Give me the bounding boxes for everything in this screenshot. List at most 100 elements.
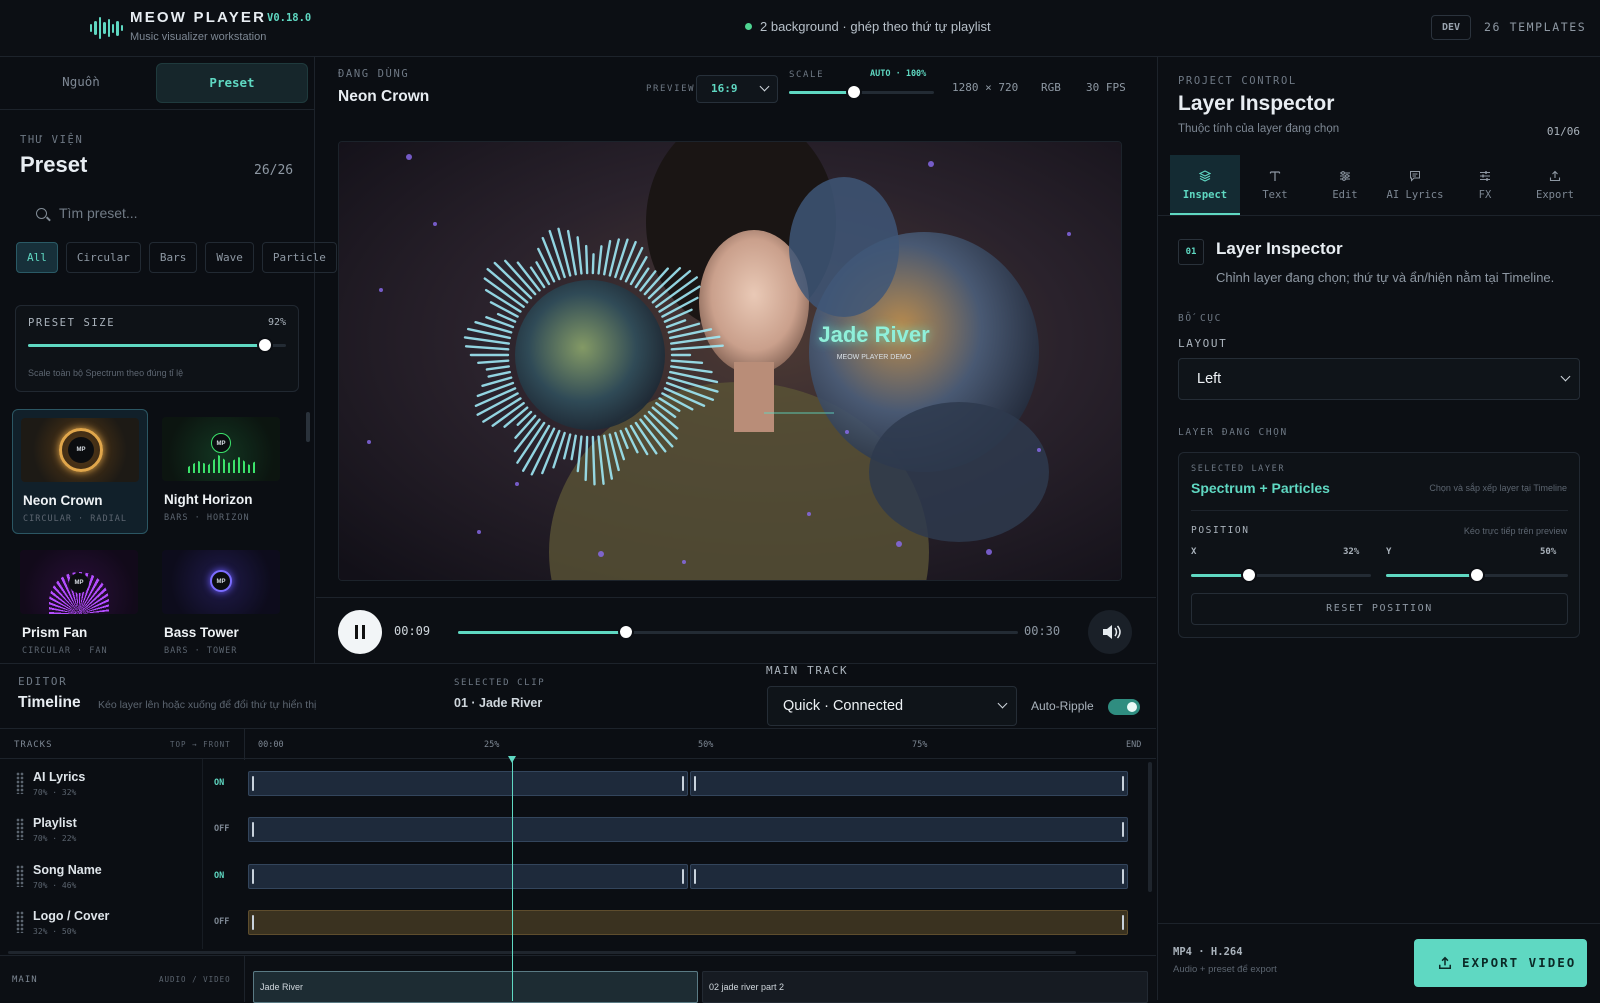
preset-thumbnail: MP <box>162 417 280 481</box>
now-preset-title: Neon Crown <box>338 88 430 105</box>
preset-size-slider[interactable] <box>28 339 286 351</box>
selected-layer-name[interactable]: Spectrum + Particles <box>1191 480 1330 496</box>
particle-dot <box>598 551 604 557</box>
track-row-playlist[interactable]: Playlist 70% · 22% OFF <box>0 808 1150 854</box>
tab-label: Edit <box>1332 189 1358 201</box>
export-video-button[interactable]: EXPORT VIDEO <box>1414 939 1587 987</box>
tab-text[interactable]: Text <box>1240 155 1310 215</box>
seek-bar[interactable] <box>458 626 1018 638</box>
drag-handle-icon[interactable] <box>16 911 24 933</box>
seek-fill <box>458 631 626 634</box>
particle-dot <box>367 440 371 444</box>
color-mode: RGB <box>1041 81 1061 94</box>
overlay-song-title[interactable]: Jade River <box>779 322 969 348</box>
aspect-select[interactable]: 16:9 <box>696 75 778 103</box>
layout-value: Left <box>1197 371 1222 387</box>
upload-icon <box>1549 170 1561 182</box>
export-format: MP4 · H.264 <box>1173 946 1243 958</box>
x-slider[interactable] <box>1191 569 1371 581</box>
app-title: MEOW PLAYER <box>130 9 267 26</box>
pause-button[interactable] <box>338 610 382 654</box>
preset-name: Night Horizon <box>164 492 253 507</box>
seek-handle[interactable] <box>620 626 632 638</box>
app-subtitle: Music visualizer workstation <box>130 31 267 43</box>
y-slider[interactable] <box>1386 569 1568 581</box>
timeline-clip[interactable] <box>248 771 688 796</box>
slider-handle[interactable] <box>259 339 272 351</box>
playhead[interactable] <box>508 756 516 1001</box>
scale-slider[interactable] <box>789 86 934 98</box>
drag-handle-icon[interactable] <box>16 865 24 887</box>
particle-dot <box>845 430 849 434</box>
track-row-song-name[interactable]: Song Name 70% · 46% ON <box>0 855 1150 901</box>
timeline-hint: Kéo layer lên hoặc xuống để đổi thứ tự h… <box>98 699 317 711</box>
preview-canvas[interactable]: Jade River MEOW PLAYER DEMO <box>338 141 1122 581</box>
main-clip[interactable]: 02 jade river part 2 <box>702 971 1148 1003</box>
scrollbar-thumb[interactable] <box>306 412 310 442</box>
preset-search-input[interactable]: Tìm preset... <box>20 197 298 229</box>
track-visibility-toggle[interactable]: ON <box>214 871 224 881</box>
timeline-clip[interactable] <box>248 910 1128 935</box>
filter-wave[interactable]: Wave <box>205 242 254 273</box>
logo-waveform-icon <box>90 16 124 40</box>
tab-inspect[interactable]: Inspect <box>1170 155 1240 215</box>
timeline-clip[interactable] <box>690 771 1128 796</box>
track-row-ai-lyrics[interactable]: AI Lyrics 70% · 32% ON <box>0 762 1150 808</box>
tab-fx[interactable]: FX <box>1450 155 1520 215</box>
scrollbar-thumb[interactable] <box>1148 762 1152 892</box>
divider <box>1191 510 1568 511</box>
env-badge[interactable]: DEV <box>1431 15 1471 40</box>
tab-ai-lyrics[interactable]: AI Lyrics <box>1380 155 1450 215</box>
divider <box>1158 215 1600 216</box>
track-row-logo-cover[interactable]: Logo / Cover 32% · 50% OFF <box>0 901 1150 947</box>
mp-badge: MP <box>210 570 232 592</box>
ruler-25: 25% <box>484 740 500 750</box>
tab-preset[interactable]: Preset <box>156 63 308 103</box>
drag-handle-icon[interactable] <box>16 772 24 794</box>
drag-handle-icon[interactable] <box>16 818 24 840</box>
preset-card-bass-tower[interactable]: MP Bass Tower BARS · TOWER <box>154 542 290 667</box>
horizontal-scrollbar[interactable] <box>8 951 1076 954</box>
timeline-clip[interactable] <box>690 864 1128 889</box>
track-visibility-toggle[interactable]: OFF <box>214 917 229 927</box>
ruler-start: 00:00 <box>258 740 284 750</box>
preset-card-night-horizon[interactable]: MP Night Horizon BARS · HORIZON <box>154 409 290 534</box>
scale-label: SCALE <box>789 70 825 80</box>
reset-position-button[interactable]: RESET POSITION <box>1191 593 1568 625</box>
tab-label: Export <box>1536 189 1574 201</box>
volume-button[interactable] <box>1088 610 1132 654</box>
track-visibility-toggle[interactable]: ON <box>214 778 224 788</box>
main-clip-selected[interactable]: Jade River <box>253 971 698 1003</box>
slider-handle[interactable] <box>1471 569 1483 581</box>
filter-bars[interactable]: Bars <box>148 242 198 273</box>
filter-circular[interactable]: Circular <box>65 242 141 273</box>
templates-count[interactable]: 26 TEMPLATES <box>1484 20 1586 34</box>
main-track-select[interactable]: Quick · Connected <box>767 686 1017 726</box>
preset-card-neon-crown[interactable]: MP Neon Crown CIRCULAR · RADIAL <box>12 409 148 534</box>
slider-handle[interactable] <box>848 86 861 98</box>
main-track-value: Quick · Connected <box>783 698 904 714</box>
tab-edit[interactable]: Edit <box>1310 155 1380 215</box>
timeline-clip[interactable] <box>248 864 688 889</box>
bars-shape <box>188 455 256 473</box>
tab-export[interactable]: Export <box>1520 155 1590 215</box>
auto-ripple-toggle[interactable] <box>1108 699 1140 715</box>
track-meta: 32% · 50% <box>33 927 77 936</box>
filter-all[interactable]: All <box>16 242 58 273</box>
preview-panel: ĐANG DÙNG Neon Crown PREVIEW 16:9 SCALE … <box>316 57 1156 663</box>
preset-name: Prism Fan <box>22 625 88 640</box>
layout-select[interactable]: Left <box>1178 358 1580 400</box>
preset-card-prism-fan[interactable]: MP Prism Fan CIRCULAR · FAN <box>12 542 148 667</box>
track-meta: 70% · 46% <box>33 881 77 890</box>
playhead-marker-icon[interactable] <box>508 756 516 763</box>
scale-auto[interactable]: AUTO · 100% <box>870 69 926 79</box>
position-label: POSITION <box>1191 525 1250 536</box>
preset-meta: BARS · TOWER <box>164 646 238 656</box>
tab-source[interactable]: Nguồn <box>6 63 156 103</box>
adjust-icon <box>1480 171 1490 181</box>
preview-label: PREVIEW <box>646 84 696 94</box>
timeline-clip[interactable] <box>248 817 1128 842</box>
track-visibility-toggle[interactable]: OFF <box>214 824 229 834</box>
slider-handle[interactable] <box>1242 569 1255 581</box>
time-current: 00:09 <box>394 624 431 638</box>
